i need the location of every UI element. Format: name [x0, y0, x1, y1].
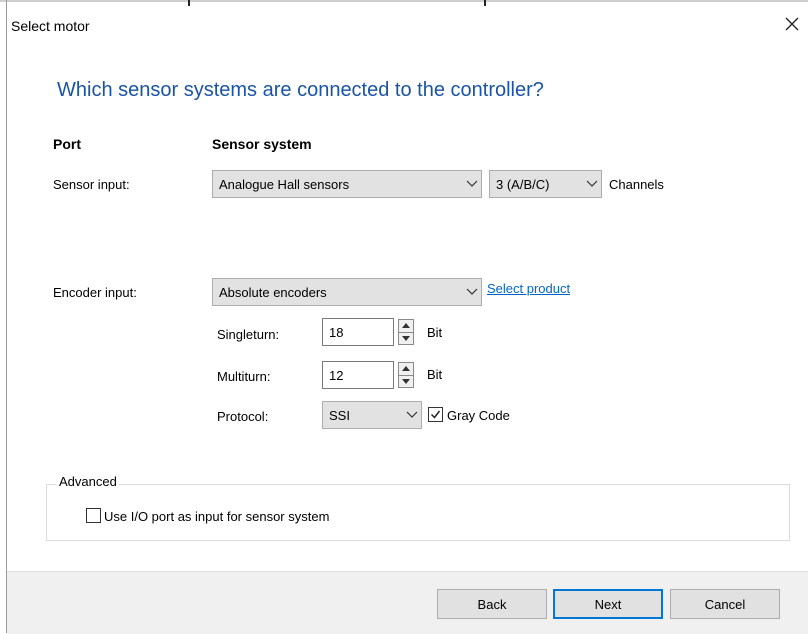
next-button[interactable]: Next	[553, 589, 663, 619]
encoder-input-label: Encoder input:	[53, 285, 137, 300]
window-top-edge	[0, 0, 808, 2]
multiturn-unit: Bit	[427, 367, 443, 382]
protocol-select[interactable]: SSI	[322, 401, 422, 429]
gray-code-label[interactable]: Gray Code	[447, 408, 510, 423]
spin-down-icon[interactable]	[398, 375, 414, 388]
advanced-legend: Advanced	[57, 474, 119, 489]
column-header-sensor-system: Sensor system	[212, 136, 312, 152]
use-io-port-label[interactable]: Use I/O port as input for sensor system	[104, 509, 329, 524]
close-icon[interactable]	[781, 13, 803, 35]
encoder-type-value: Absolute encoders	[219, 284, 327, 300]
multiturn-value: 12	[329, 367, 344, 383]
protocol-value: SSI	[329, 407, 350, 423]
encoder-type-select[interactable]: Absolute encoders	[212, 278, 482, 306]
singleturn-input[interactable]: 18	[322, 318, 394, 346]
multiturn-input[interactable]: 12	[322, 361, 394, 389]
singleturn-value: 18	[329, 324, 344, 340]
singleturn-label: Singleturn:	[217, 327, 280, 342]
channels-suffix: Channels	[609, 177, 664, 192]
page-heading: Which sensor systems are connected to th…	[57, 79, 544, 101]
sensor-input-label: Sensor input:	[53, 177, 130, 192]
protocol-label: Protocol:	[217, 409, 269, 424]
select-product-link[interactable]: Select product	[487, 281, 570, 296]
multiturn-label: Multiturn:	[217, 369, 271, 384]
spin-up-icon[interactable]	[398, 319, 414, 333]
column-header-port: Port	[53, 136, 81, 152]
chevron-down-icon	[463, 279, 481, 305]
dialog-title: Select motor	[11, 18, 90, 34]
chevron-down-icon	[583, 171, 601, 197]
background-tick	[484, 0, 486, 6]
singleturn-unit: Bit	[427, 325, 443, 340]
spin-up-icon[interactable]	[398, 362, 414, 376]
window-left-border	[6, 0, 7, 633]
channels-value: 3 (A/B/C)	[496, 176, 550, 192]
sensor-system-value: Analogue Hall sensors	[219, 176, 350, 192]
back-button[interactable]: Back	[437, 589, 547, 619]
chevron-down-icon	[463, 171, 481, 197]
background-tick	[188, 0, 190, 6]
cancel-button[interactable]: Cancel	[670, 589, 780, 619]
chevron-down-icon	[403, 402, 421, 428]
channels-select[interactable]: 3 (A/B/C)	[489, 170, 602, 198]
sensor-system-select[interactable]: Analogue Hall sensors	[212, 170, 482, 198]
checkmark-icon	[430, 410, 441, 419]
singleturn-stepper	[398, 319, 414, 345]
gray-code-checkbox[interactable]	[428, 407, 443, 422]
multiturn-stepper	[398, 362, 414, 388]
spin-down-icon[interactable]	[398, 332, 414, 345]
use-io-port-checkbox[interactable]	[86, 508, 101, 523]
